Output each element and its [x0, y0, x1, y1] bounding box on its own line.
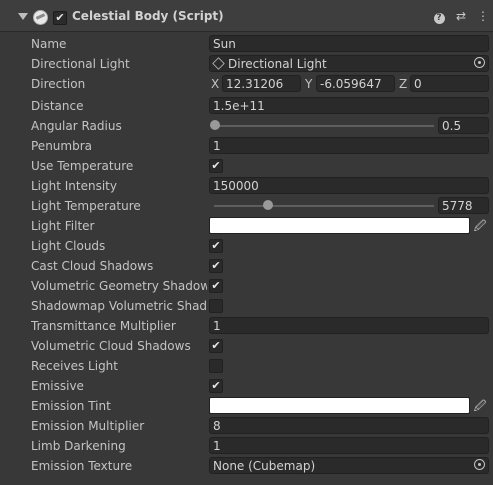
angular-radius-label: Angular Radius [31, 119, 122, 133]
row-distance: Distance 1.5e+11 [0, 96, 493, 116]
light-temperature-label: Light Temperature [31, 199, 141, 213]
limb-darkening-label: Limb Darkening [31, 439, 126, 453]
light-temperature-field[interactable]: 5778 [438, 197, 489, 214]
receives-light-label: Receives Light [31, 359, 118, 373]
row-angular-radius: Angular Radius 0.5 [0, 116, 493, 136]
row-shadowmap-volumetric-shadows: Shadowmap Volumetric Shadows [0, 296, 493, 316]
light-temperature-slider-thumb[interactable] [263, 200, 273, 210]
row-emission-multiplier: Emission Multiplier 8 [0, 416, 493, 436]
row-direction: Direction X 12.31206 Y -6.059647 Z 0 [0, 74, 493, 94]
emission-multiplier-label: Emission Multiplier [31, 419, 145, 433]
cast-cloud-shadows-label: Cast Cloud Shadows [31, 259, 154, 273]
distance-label: Distance [31, 99, 84, 113]
row-use-temperature: Use Temperature ✔ [0, 156, 493, 176]
row-light-temperature: Light Temperature 5778 [0, 196, 493, 216]
name-field[interactable]: Sun [209, 35, 489, 52]
row-emission-texture: Emission Texture None (Cubemap) [0, 456, 493, 476]
row-emissive: Emissive ✔ [0, 376, 493, 396]
emissive-label: Emissive [31, 379, 84, 393]
angular-radius-slider-thumb[interactable] [210, 120, 220, 130]
direction-z-field[interactable]: 0 [410, 75, 489, 92]
context-menu-icon[interactable]: ⋮ [476, 9, 490, 23]
emission-tint-label: Emission Tint [31, 399, 111, 413]
emission-texture-label: Emission Texture [31, 459, 133, 473]
angular-radius-slider-track[interactable] [214, 125, 434, 127]
cast-cloud-shadows-checkbox[interactable]: ✔ [209, 259, 223, 273]
row-volumetric-geometry-shadows: Volumetric Geometry Shadows ✔ [0, 276, 493, 296]
light-clouds-checkbox[interactable]: ✔ [209, 239, 223, 253]
transmittance-multiplier-label: Transmittance Multiplier [31, 319, 176, 333]
transmittance-multiplier-field[interactable]: 1 [209, 317, 489, 334]
use-temperature-label: Use Temperature [31, 159, 134, 173]
penumbra-label: Penumbra [31, 139, 92, 153]
eyedropper-icon[interactable]: 🖉 [472, 218, 488, 234]
row-penumbra: Penumbra 1 [0, 136, 493, 156]
use-temperature-checkbox[interactable]: ✔ [209, 159, 223, 173]
emission-tint-color-field[interactable] [209, 397, 470, 414]
direction-y-label[interactable]: Y [305, 77, 312, 91]
row-light-intensity: Light Intensity 150000 [0, 176, 493, 196]
shadowmap-volumetric-shadows-label: Shadowmap Volumetric Shadows [31, 299, 207, 313]
row-cast-cloud-shadows: Cast Cloud Shadows ✔ [0, 256, 493, 276]
celestial-body-script-icon [33, 10, 48, 25]
receives-light-checkbox[interactable] [209, 359, 223, 373]
light-object-icon [212, 57, 225, 70]
row-name: Name Sun [0, 34, 493, 54]
row-directional-light: Directional Light Directional Light [0, 54, 493, 74]
row-transmittance-multiplier: Transmittance Multiplier 1 [0, 316, 493, 336]
light-intensity-field[interactable]: 150000 [209, 177, 489, 194]
limb-darkening-field[interactable]: 1 [209, 437, 489, 454]
light-intensity-label: Light Intensity [31, 179, 117, 193]
light-clouds-label: Light Clouds [31, 239, 106, 253]
row-limb-darkening: Limb Darkening 1 [0, 436, 493, 456]
volumetric-geometry-shadows-label: Volumetric Geometry Shadows [31, 279, 207, 293]
direction-z-label[interactable]: Z [399, 77, 407, 91]
component-title: Celestial Body (Script) [72, 9, 224, 23]
penumbra-field[interactable]: 1 [209, 137, 489, 154]
shadowmap-volumetric-shadows-checkbox[interactable] [209, 299, 223, 313]
row-light-clouds: Light Clouds ✔ [0, 236, 493, 256]
foldout-arrow-icon[interactable] [18, 13, 28, 20]
distance-field[interactable]: 1.5e+11 [209, 97, 489, 114]
object-picker-icon[interactable] [474, 57, 485, 68]
row-emission-tint: Emission Tint 🖉 [0, 396, 493, 416]
direction-x-field[interactable]: 12.31206 [222, 75, 301, 92]
row-receives-light: Receives Light [0, 356, 493, 376]
emissive-checkbox[interactable]: ✔ [209, 379, 223, 393]
row-light-filter: Light Filter 🖉 [0, 216, 493, 236]
component-enabled-toggle[interactable]: ✔ [53, 11, 67, 25]
component-header[interactable]: ✔ Celestial Body (Script) ? ⇄ ⋮ [0, 0, 493, 32]
directional-light-label: Directional Light [31, 57, 130, 71]
volumetric-cloud-shadows-label: Volumetric Cloud Shadows [31, 339, 191, 353]
light-temperature-slider-track[interactable] [214, 205, 434, 207]
emission-texture-object-field[interactable]: None (Cubemap) [209, 457, 489, 474]
name-label: Name [31, 37, 67, 51]
volumetric-cloud-shadows-checkbox[interactable]: ✔ [209, 339, 223, 353]
row-volumetric-cloud-shadows: Volumetric Cloud Shadows ✔ [0, 336, 493, 356]
direction-y-field[interactable]: -6.059647 [316, 75, 395, 92]
light-filter-label: Light Filter [31, 219, 95, 233]
object-picker-icon[interactable] [474, 459, 485, 470]
eyedropper-icon[interactable]: 🖉 [472, 398, 488, 414]
angular-radius-field[interactable]: 0.5 [438, 117, 489, 134]
direction-label: Direction [31, 77, 86, 91]
volumetric-geometry-shadows-checkbox[interactable]: ✔ [209, 279, 223, 293]
direction-x-label[interactable]: X [211, 77, 219, 91]
light-filter-color-field[interactable] [209, 217, 470, 234]
help-icon[interactable]: ? [432, 9, 446, 24]
directional-light-object-field[interactable]: Directional Light [209, 55, 489, 72]
presets-icon[interactable]: ⇄ [454, 9, 468, 23]
emission-multiplier-field[interactable]: 8 [209, 417, 489, 434]
directional-light-value: Directional Light [228, 57, 327, 71]
